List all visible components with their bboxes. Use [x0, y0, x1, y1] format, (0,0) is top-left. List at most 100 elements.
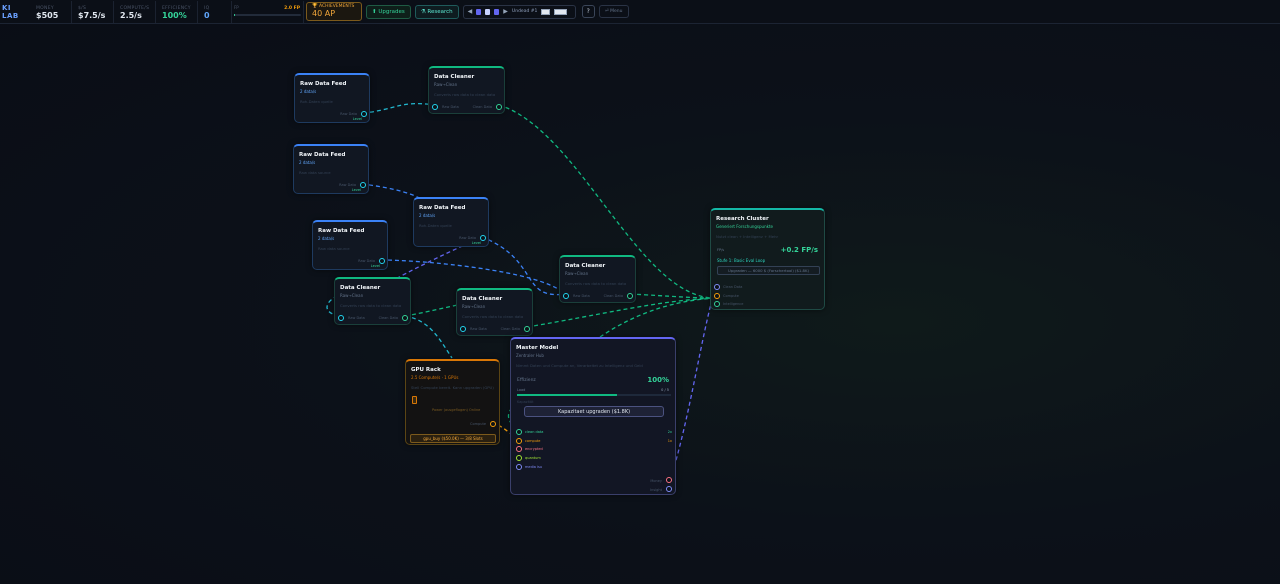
input-port[interactable]	[460, 326, 466, 332]
output-port[interactable]	[360, 182, 366, 188]
load-value: 0 / 5	[661, 388, 669, 392]
output-label: Clean Data	[378, 316, 398, 320]
node-title: Raw Data Feed	[299, 152, 346, 158]
output-label-money: Money	[650, 479, 662, 483]
input-row-intelligence: Intelligence	[714, 300, 743, 309]
input-port[interactable]	[516, 437, 522, 444]
efficiency-label: Effizienz	[517, 378, 536, 383]
efficiency-value: 100%	[647, 376, 669, 384]
output-label: Clean Data	[472, 105, 492, 109]
input-port[interactable]	[714, 301, 720, 308]
output-port[interactable]	[402, 315, 408, 321]
input-row-compute: compute 1x	[516, 437, 672, 446]
output-label: Raw Data	[459, 236, 476, 240]
node-desc: Raw data source	[318, 246, 350, 251]
research-stage: Stufe 1: Basic Eval Loop	[717, 258, 766, 263]
node-title: Data Cleaner	[565, 263, 606, 269]
node-title: Raw Data Feed	[419, 205, 466, 211]
node-subtitle: Raw→Clean	[434, 82, 458, 87]
input-label: Raw Data	[470, 327, 487, 331]
node-desc: Nutzt clean + Intelligenz + Mehr	[716, 234, 779, 239]
node-raw-data-feed-2[interactable]: Raw Data Feed 2 data/s Raw data source R…	[293, 144, 369, 194]
output-port[interactable]	[524, 326, 530, 332]
node-subtitle: Zentraler Hub	[516, 353, 544, 358]
node-rate: 2 data/s	[419, 213, 436, 218]
input-port[interactable]	[516, 429, 522, 436]
node-desc: Stell Compute bereit. Kann upgraden (GPU…	[411, 385, 494, 390]
level-label: Level	[351, 188, 361, 192]
node-title: GPU Rack	[411, 367, 441, 373]
node-data-cleaner-2[interactable]: Data Cleaner Raw→Clean Converts raw data…	[334, 277, 411, 325]
input-label: quantum	[525, 456, 541, 461]
input-label: Raw Data	[573, 294, 590, 298]
input-label: media isu	[525, 464, 543, 469]
node-gpu-rack[interactable]: GPU Rack 2.5 Compute/s · 1 GPUs Stell Co…	[405, 359, 500, 445]
output-port-insight[interactable]	[666, 486, 672, 492]
input-row-media: media isu	[516, 462, 672, 471]
input-label: Intelligence	[723, 302, 744, 307]
node-desc: Converts raw data to clean data	[434, 92, 496, 97]
input-label: Compute	[723, 293, 739, 298]
node-research-cluster[interactable]: Research Cluster Generiert Forschungspun…	[710, 208, 825, 310]
wire-feed1-clean1	[362, 102, 435, 114]
node-master-model[interactable]: Master Model Zentraler Hub Nimmt Daten u…	[510, 337, 676, 495]
node-subtitle: Raw→Clean	[462, 304, 486, 309]
output-label: Compute	[470, 422, 486, 426]
input-row-clean-data: Clean Data	[714, 283, 743, 292]
output-port[interactable]	[627, 293, 633, 299]
input-count: 2x	[667, 430, 672, 435]
input-row-quantum: quantum	[516, 454, 672, 463]
node-subtitle: 2.5 Compute/s · 1 GPUs	[411, 375, 459, 380]
node-title: Master Model	[516, 345, 559, 351]
node-title: Research Cluster	[716, 216, 769, 222]
gpu-buy-button[interactable]: gpu_buy ($50.0K) — 3/8 Slots	[410, 434, 496, 443]
output-port[interactable]	[361, 111, 367, 117]
input-row-encrypted: encrypted	[516, 445, 672, 454]
node-desc: Converts raw data to clean data	[565, 281, 627, 286]
node-subtitle: Generiert Forschungspunkte	[716, 224, 773, 229]
output-label: Raw Data	[339, 183, 356, 187]
gpu-status: Power (ausgeflogen) Online	[432, 408, 481, 412]
output-label: Clean Data	[603, 294, 623, 298]
research-upgrade-button[interactable]: Upgraden — 6000 $ (Forschertool) ($1.8K)	[717, 266, 820, 275]
node-raw-data-feed-1[interactable]: Raw Data Feed 2 data/s Roh-Daten quelle …	[294, 73, 370, 123]
input-label: compute	[525, 438, 541, 443]
output-port[interactable]	[490, 421, 496, 427]
input-port[interactable]	[563, 293, 569, 299]
node-desc: Nimmt Daten und Compute an, Verarbeitet …	[516, 363, 643, 368]
connection-wires	[326, 102, 717, 488]
wire-clean3-research	[629, 293, 717, 299]
input-port[interactable]	[714, 292, 720, 299]
input-label: encrypted	[525, 447, 543, 452]
input-port[interactable]	[516, 455, 522, 462]
node-rate: 2 data/s	[318, 236, 335, 241]
input-port[interactable]	[516, 463, 522, 470]
input-label: Raw Data	[442, 105, 459, 109]
output-label: Clean Data	[500, 327, 520, 331]
output-port[interactable]	[379, 258, 385, 264]
research-inputs: Clean Data Compute Intelligence	[714, 283, 743, 309]
input-label: clean data	[525, 430, 544, 435]
output-port[interactable]	[480, 235, 486, 241]
input-port[interactable]	[516, 446, 522, 453]
node-raw-data-feed-4[interactable]: Raw Data Feed 2 data/s Raw data source R…	[312, 220, 388, 270]
node-data-cleaner-4[interactable]: Data Cleaner Raw→Clean Converts raw data…	[456, 288, 533, 336]
wire-master-research	[599, 297, 717, 338]
node-title: Data Cleaner	[462, 296, 503, 302]
output-label-insight: Insight	[650, 488, 662, 492]
output-port[interactable]	[496, 104, 502, 110]
node-data-cleaner-1[interactable]: Data Cleaner Raw→Clean Converts raw data…	[428, 66, 505, 114]
node-raw-data-feed-3[interactable]: Raw Data Feed 2 data/s Roh-Daten quelle …	[413, 197, 489, 247]
input-port[interactable]	[338, 315, 344, 321]
master-inputs: clean data 2x compute 1x encrypted quant…	[516, 428, 672, 471]
output-port-money[interactable]	[666, 477, 672, 483]
input-row-compute: Compute	[714, 292, 743, 301]
input-label: Raw Data	[348, 316, 365, 320]
node-desc: Converts raw data to clean data	[462, 314, 524, 319]
input-count: 1x	[667, 438, 672, 443]
input-port[interactable]	[432, 104, 438, 110]
node-data-cleaner-3[interactable]: Data Cleaner Raw→Clean Converts raw data…	[559, 255, 636, 303]
node-desc: Converts raw data to clean data	[340, 303, 402, 308]
capacity-upgrade-button[interactable]: Kapazitaet upgraden ($1.8K)	[524, 406, 664, 417]
input-port[interactable]	[714, 284, 720, 291]
